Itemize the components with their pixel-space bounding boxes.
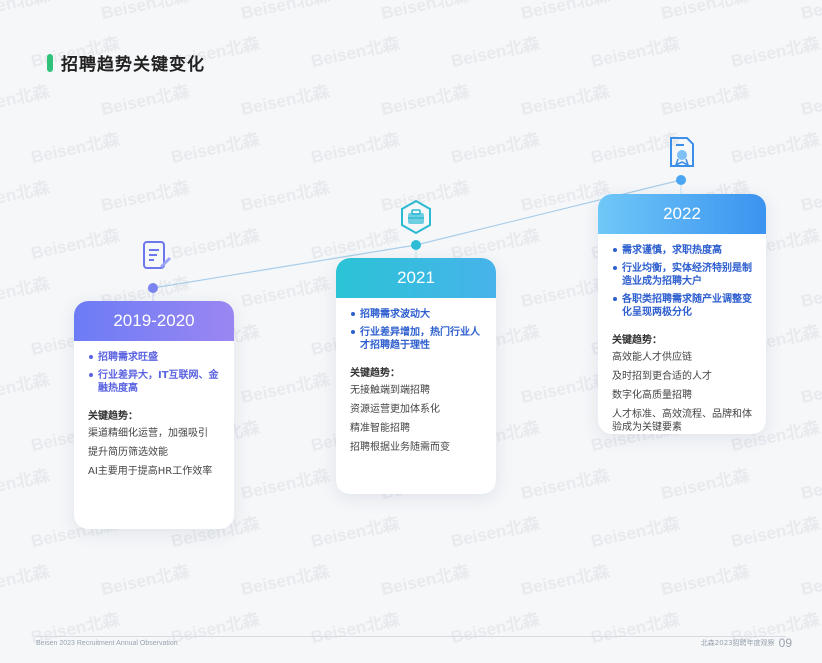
trend-title: 关键趋势： <box>612 335 662 346</box>
trend-item: 招聘根据业务随需而变 <box>350 442 450 453</box>
highlight-item: 招聘需求波动大 <box>350 308 484 321</box>
card-year: 2021 <box>336 258 496 298</box>
timeline-dot-2 <box>411 240 421 250</box>
document-edit-icon <box>143 241 171 269</box>
card-2021: 2021 招聘需求波动大 行业差异增加，热门行业人才招聘趋于理性 关键趋势： 无… <box>336 258 496 494</box>
card-2019-2020: 2019-2020 招聘需求旺盛 行业差异大，IT互联网、金融热度高 关键趋势：… <box>74 301 234 529</box>
trend-item: 渠道精细化运营，加强吸引 <box>88 428 208 439</box>
timeline-dot-3 <box>676 175 686 185</box>
trend-item: 提升简历筛选效能 <box>88 447 168 458</box>
highlight-item: 各职类招聘需求随产业调整变化呈现两极分化 <box>612 293 754 319</box>
timeline-dot-1 <box>148 283 158 293</box>
trend-title: 关键趋势： <box>88 411 138 422</box>
highlight-item: 行业差异增加，热门行业人才招聘趋于理性 <box>350 326 484 352</box>
footer-left-text: Beisen 2023 Recruitment Annual Observati… <box>36 640 178 647</box>
trend-item: 及时招到更合适的人才 <box>612 371 712 382</box>
footer-divider <box>36 636 786 637</box>
trend-item: 数字化高质量招聘 <box>612 390 692 401</box>
highlight-item: 行业均衡，实体经济特别是制造业成为招聘大户 <box>612 262 754 288</box>
highlight-item: 需求谨慎，求职热度高 <box>612 244 754 257</box>
certificate-icon <box>670 137 694 167</box>
trend-title: 关键趋势： <box>350 368 400 379</box>
briefcase-icon <box>401 199 431 235</box>
card-year: 2022 <box>598 194 766 234</box>
footer-right-text: 北森2023招聘年度观察 <box>700 639 775 647</box>
trend-item: 无接触端到端招聘 <box>350 385 430 396</box>
card-2022: 2022 需求谨慎，求职热度高 行业均衡，实体经济特别是制造业成为招聘大户 各职… <box>598 194 766 434</box>
page-number: 09 <box>778 636 792 650</box>
trend-item: 人才标准、高效流程、品牌和体验成为关键要素 <box>612 409 752 433</box>
highlight-item: 行业差异大，IT互联网、金融热度高 <box>88 369 222 395</box>
trend-item: 精准智能招聘 <box>350 423 410 434</box>
footer-right: 北森2023招聘年度观察 09 <box>701 636 792 650</box>
highlight-item: 招聘需求旺盛 <box>88 351 222 364</box>
card-year: 2019-2020 <box>74 301 234 341</box>
trend-item: 高效能人才供应链 <box>612 352 692 363</box>
trend-item: AI主要用于提高HR工作效率 <box>88 466 213 477</box>
trend-item: 资源运营更加体系化 <box>350 404 440 415</box>
